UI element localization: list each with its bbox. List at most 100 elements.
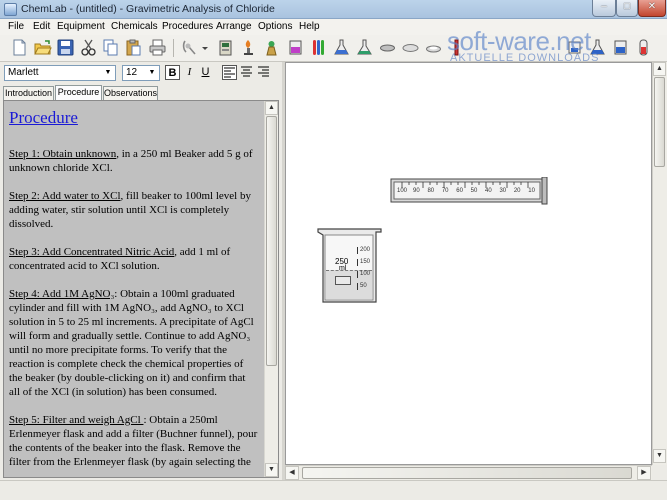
cylinder-tick-label: 80 — [427, 188, 435, 194]
cylinder-scale: 100 90 80 70 60 50 40 30 20 10 — [396, 188, 540, 198]
bold-button[interactable]: B — [165, 65, 180, 80]
canvas-horizontal-scrollbar[interactable]: ◀ ▶ — [285, 465, 652, 480]
chevron-down-icon[interactable]: ▼ — [146, 67, 158, 79]
beaker-icon[interactable] — [286, 38, 305, 57]
menu-file[interactable]: File — [8, 21, 24, 32]
chevron-down-icon[interactable] — [200, 38, 210, 57]
menu-chemicals[interactable]: Chemicals — [111, 21, 158, 32]
scroll-up-button[interactable]: ▲ — [653, 62, 666, 76]
scroll-thumb[interactable] — [266, 116, 277, 366]
spectrometer-icon[interactable] — [216, 38, 235, 57]
cylinder-tick-label: 40 — [485, 188, 492, 194]
graduated-cylinder[interactable]: 100 90 80 70 60 50 40 30 20 10 — [390, 177, 548, 205]
font-select[interactable]: Marlett ▼ — [4, 65, 116, 81]
align-right-button[interactable] — [256, 65, 271, 80]
cylinder-tick-label: 20 — [513, 188, 521, 194]
app-icon — [4, 3, 17, 16]
menu-options[interactable]: Options — [258, 21, 292, 32]
watch-glass-icon[interactable] — [401, 38, 420, 57]
step-title: Step 1: Obtain unknown — [9, 148, 117, 160]
tab-observations[interactable]: Observations — [103, 86, 158, 100]
step-title: Step 2: Add water to XCl — [9, 190, 121, 202]
font-size-value: 12 — [126, 67, 138, 78]
scroll-up-button[interactable]: ▲ — [265, 101, 278, 115]
bunsen-burner-icon[interactable] — [239, 38, 258, 57]
beaker-250ml[interactable]: 250 ml 200 150 100 50 — [316, 227, 382, 304]
canvas-vertical-scrollbar[interactable]: ▲ ▼ — [652, 62, 667, 465]
tab-procedure[interactable]: Procedure — [55, 85, 102, 100]
paste-icon[interactable] — [124, 38, 143, 57]
beaker-icon[interactable] — [611, 38, 630, 57]
step-title: Step 3: Add Concentrated Nitric Acid — [9, 246, 175, 258]
underline-button[interactable]: U — [198, 65, 213, 80]
scroll-right-button[interactable]: ▶ — [637, 466, 651, 480]
scroll-down-button[interactable]: ▼ — [265, 463, 278, 477]
scroll-thumb[interactable] — [654, 77, 665, 167]
beaker-scale-label: 150 — [357, 259, 370, 266]
beaker-scale-label: 100 — [357, 271, 370, 278]
test-tube-icon[interactable] — [634, 38, 653, 57]
balance-icon[interactable] — [262, 38, 281, 57]
chevron-down-icon[interactable]: ▼ — [102, 67, 114, 79]
close-icon: ✕ — [647, 1, 657, 12]
cut-icon[interactable] — [79, 38, 98, 57]
dish-icon[interactable] — [424, 38, 443, 57]
maximize-icon: □ — [623, 1, 631, 12]
procedure-step: Step 4: Add 1M AgNO₃: Obtain a 100ml gra… — [9, 287, 259, 399]
scroll-down-button[interactable]: ▼ — [653, 449, 666, 463]
italic-button[interactable]: I — [182, 65, 197, 80]
beaker-scale-label: 200 — [357, 247, 370, 254]
print-icon[interactable] — [148, 38, 167, 57]
cylinder-tick-label: 10 — [528, 188, 535, 194]
workbench-canvas[interactable]: 100 90 80 70 60 50 40 30 20 10 250 ml 200 150 100 50 — [285, 62, 652, 465]
step-title: Step 5: Filter and weigh AgCl — [9, 414, 144, 426]
procedure-heading: Procedure — [9, 108, 78, 127]
maximize-button[interactable]: □ — [616, 0, 638, 17]
open-folder-icon[interactable] — [33, 38, 52, 57]
cylinder-tick-label: 30 — [499, 188, 507, 194]
beaker-scale: 200 150 100 50 — [354, 247, 376, 293]
beaker-unit-label: ml — [339, 265, 347, 272]
align-center-button[interactable] — [239, 65, 254, 80]
align-left-icon — [224, 67, 235, 78]
menu-arrange[interactable]: Arrange — [216, 21, 252, 32]
status-bar — [0, 480, 667, 500]
cylinder-tick-label: 60 — [456, 188, 463, 194]
procedure-step: Step 1: Obtain unknown, in a 250 ml Beak… — [9, 147, 259, 175]
lab-tool-icon[interactable] — [180, 38, 199, 57]
cylinder-tick-label: 50 — [470, 188, 478, 194]
flask-icon[interactable] — [332, 38, 351, 57]
close-button[interactable]: ✕ — [638, 0, 666, 17]
procedure-pane: Marlett ▼ 12 ▼ B I U Introduction Proced… — [0, 62, 282, 480]
minimize-button[interactable]: – — [592, 0, 616, 17]
align-center-icon — [241, 66, 252, 77]
copy-icon[interactable] — [101, 38, 120, 57]
new-file-icon[interactable] — [10, 38, 29, 57]
window-title: ChemLab - (untitled) - Gravimetric Analy… — [21, 3, 275, 15]
erlenmeyer-icon[interactable] — [355, 38, 374, 57]
procedure-text[interactable]: Procedure Step 1: Obtain unknown, in a 2… — [4, 101, 264, 477]
save-icon[interactable] — [56, 38, 75, 57]
align-right-icon — [258, 66, 269, 77]
procedure-scrollbar[interactable]: ▲ ▼ — [264, 101, 278, 477]
cylinder-tick-label: 100 — [396, 188, 408, 194]
align-left-button[interactable] — [222, 65, 237, 80]
toolbar-separator — [173, 39, 174, 57]
funnel-icon[interactable] — [378, 38, 397, 57]
title-bar[interactable]: ChemLab - (untitled) - Gravimetric Analy… — [0, 0, 667, 19]
menu-help[interactable]: Help — [299, 21, 320, 32]
scroll-thumb[interactable] — [302, 467, 632, 479]
procedure-step: Step 5: Filter and weigh AgCl : Obtain a… — [9, 413, 259, 469]
cylinder-tick-label: 90 — [413, 188, 420, 194]
menu-procedures[interactable]: Procedures — [162, 21, 213, 32]
font-size-select[interactable]: 12 ▼ — [122, 65, 160, 81]
minimize-icon: – — [601, 1, 607, 12]
menu-edit[interactable]: Edit — [33, 21, 50, 32]
menu-equipment[interactable]: Equipment — [57, 21, 105, 32]
cylinder-tick-label: 70 — [441, 188, 449, 194]
scroll-left-button[interactable]: ◀ — [285, 466, 299, 480]
tab-introduction[interactable]: Introduction — [3, 86, 54, 100]
test-tube-icon[interactable] — [309, 38, 328, 57]
procedure-step: Step 3: Add Concentrated Nitric Acid, ad… — [9, 245, 259, 273]
step-title: Step 4: Add 1M AgNO₃ — [9, 288, 115, 300]
